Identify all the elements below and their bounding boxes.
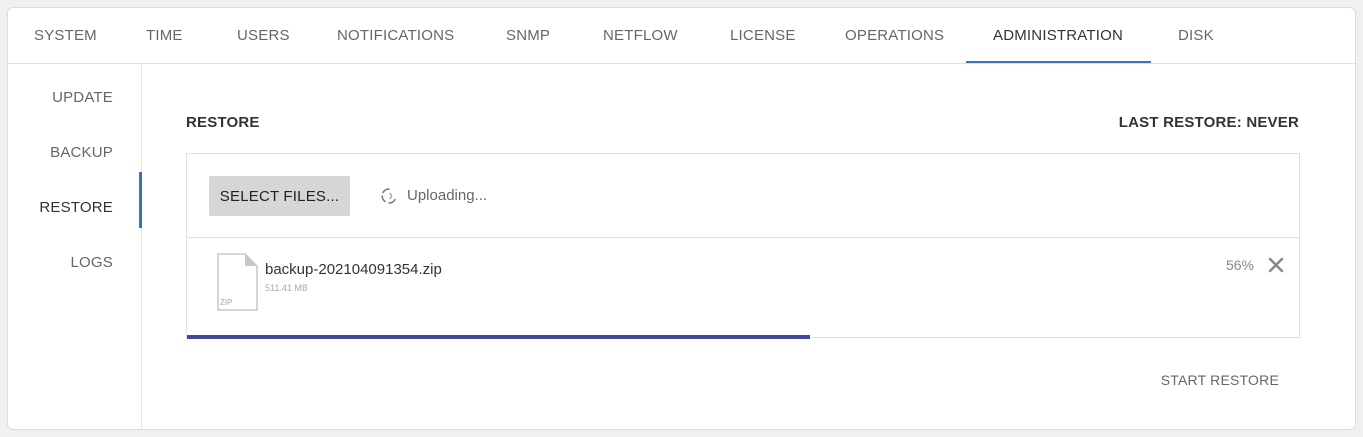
section-title: RESTORE	[186, 114, 260, 131]
file-size: 511.41 MB	[265, 283, 308, 293]
settings-panel: SYSTEM TIME USERS NOTIFICATIONS SNMP NET…	[7, 7, 1356, 430]
upload-percent: 56%	[1225, 257, 1254, 273]
tab-netflow[interactable]: NETFLOW	[603, 8, 678, 64]
tab-administration[interactable]: ADMINISTRATION	[993, 8, 1123, 64]
loading-spinner-icon	[380, 187, 398, 205]
last-restore-label: LAST RESTORE: NEVER	[1118, 114, 1299, 131]
sidebar-item-logs[interactable]: LOGS	[71, 254, 113, 271]
tab-disk[interactable]: DISK	[1178, 8, 1214, 64]
tab-license[interactable]: LICENSE	[730, 8, 796, 64]
upload-status: Uploading...	[407, 187, 488, 204]
active-sidebar-indicator	[139, 172, 142, 228]
tab-operations[interactable]: OPERATIONS	[845, 8, 944, 64]
tab-system[interactable]: SYSTEM	[34, 8, 97, 64]
file-name: backup-202104091354.zip	[265, 261, 442, 278]
tab-snmp[interactable]: SNMP	[506, 8, 550, 64]
sidebar-item-restore[interactable]: RESTORE	[39, 199, 113, 216]
sidebar-item-backup[interactable]: BACKUP	[50, 144, 113, 161]
close-icon[interactable]	[1267, 256, 1285, 274]
active-tab-indicator	[966, 61, 1151, 63]
select-files-button[interactable]: SELECT FILES...	[209, 176, 350, 216]
zip-file-icon: ZIP	[215, 253, 259, 311]
upload-box: SELECT FILES... Uploading... ZIP backup-…	[186, 153, 1300, 339]
upload-progress-bar	[187, 335, 810, 339]
tab-time[interactable]: TIME	[146, 8, 183, 64]
upload-toolbar: SELECT FILES... Uploading...	[187, 154, 1299, 238]
sidebar: UPDATE BACKUP RESTORE LOGS	[8, 64, 142, 429]
file-type-label: ZIP	[220, 298, 232, 307]
file-list-item: ZIP backup-202104091354.zip 511.41 MB 56…	[187, 238, 1299, 339]
start-restore-button[interactable]: START RESTORE	[1161, 372, 1279, 388]
tab-users[interactable]: USERS	[237, 8, 290, 64]
tab-bar: SYSTEM TIME USERS NOTIFICATIONS SNMP NET…	[8, 8, 1355, 64]
sidebar-item-update[interactable]: UPDATE	[52, 89, 113, 106]
tab-notifications[interactable]: NOTIFICATIONS	[337, 8, 454, 64]
